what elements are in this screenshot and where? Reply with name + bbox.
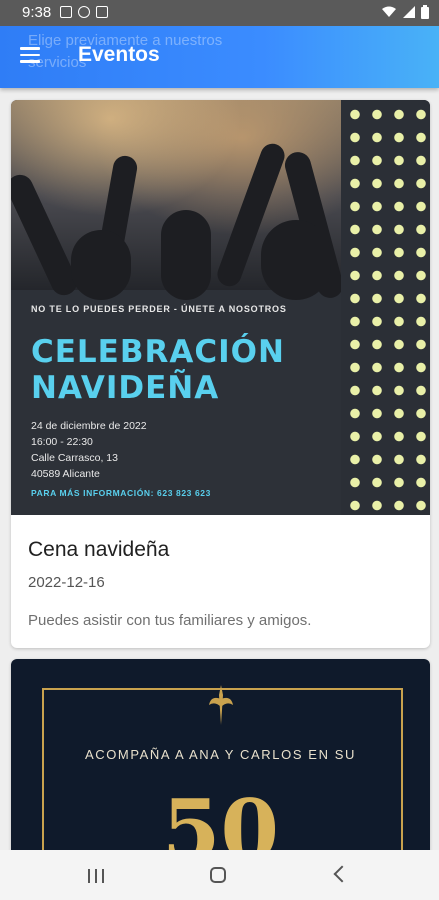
system-nav-bar: [0, 850, 439, 900]
recents-icon[interactable]: [88, 869, 104, 883]
poster-street: Calle Carrasco, 13: [31, 452, 118, 464]
crowd-photo: [11, 100, 346, 301]
battery-icon: [421, 5, 429, 19]
status-time: 9:38: [22, 4, 52, 21]
poster-details: 24 de diciembre de 2022 16:00 - 22:30 Ca…: [31, 418, 147, 482]
dot-pattern: [341, 100, 430, 515]
event-card[interactable]: NO TE LO PUEDES PERDER - ÚNETE A NOSOTRO…: [11, 100, 430, 648]
poster-time: 16:00 - 22:30: [31, 436, 93, 448]
poster-tagline: NO TE LO PUEDES PERDER - ÚNETE A NOSOTRO…: [31, 304, 287, 314]
home-icon[interactable]: [210, 867, 226, 883]
instagram-icon: [96, 6, 108, 18]
poster-more-info: PARA MÁS INFORMACIÓN: 623 823 623: [31, 488, 211, 498]
poster-city: 40589 Alicante: [31, 468, 100, 480]
page-title: Eventos: [78, 43, 160, 66]
poster-title: CELEBRACIÓN NAVIDEÑA: [31, 334, 285, 406]
gallery-icon: [60, 6, 72, 18]
ornament-icon: [209, 685, 233, 725]
app-bar: Elige previamente a nuestros servicios E…: [0, 26, 439, 88]
poster-invitation-text: ACOMPAÑA A ANA Y CARLOS EN SU: [84, 747, 357, 762]
wifi-icon: [382, 6, 396, 17]
poster-date: 24 de diciembre de 2022: [31, 420, 147, 432]
back-icon[interactable]: [333, 865, 351, 883]
status-bar: 9:38: [0, 0, 439, 26]
event-poster-image: NO TE LO PUEDES PERDER - ÚNETE A NOSOTRO…: [11, 100, 430, 515]
event-date: 2022-12-16: [28, 574, 105, 591]
signal-icon: [403, 6, 415, 18]
hamburger-menu-icon[interactable]: [20, 47, 40, 63]
event-title: Cena navideña: [28, 538, 170, 561]
event-description: Puedes asistir con tus familiares y amig…: [28, 612, 312, 629]
facebook-icon: [78, 6, 90, 18]
